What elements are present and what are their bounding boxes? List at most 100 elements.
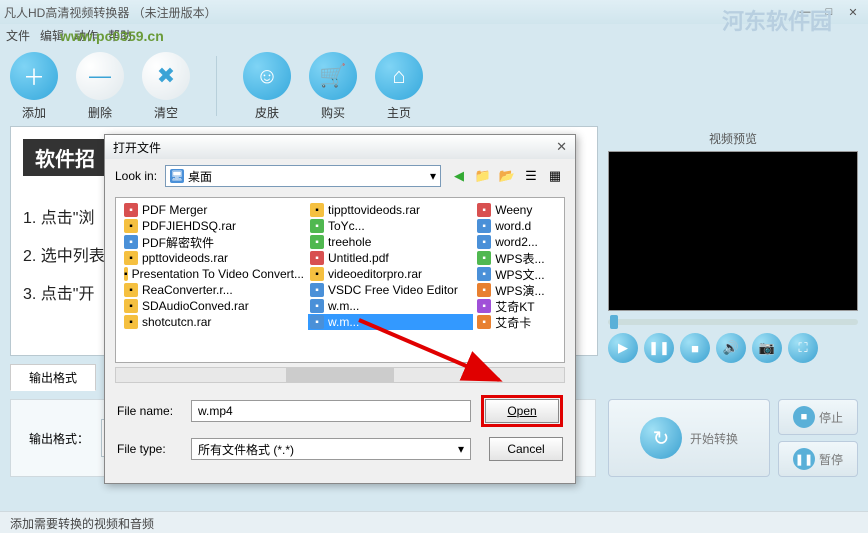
file-item[interactable]: ▪ReaConverter.r... (122, 282, 306, 298)
pause-icon: ❚❚ (793, 448, 815, 470)
lookin-label: Look in: (115, 169, 157, 183)
volume-button[interactable]: 🔊 (716, 333, 746, 363)
dialog-titlebar: 打开文件 ✕ (105, 135, 575, 159)
file-item[interactable]: ▪Weeny (475, 202, 556, 218)
tab-output-format[interactable]: 输出格式 (10, 364, 96, 391)
up-folder-icon[interactable]: 📁 (473, 166, 493, 186)
file-item[interactable]: ▪SDAudioConved.rar (122, 298, 306, 314)
file-icon: ▪ (477, 219, 491, 233)
menu-file[interactable]: 文件 (6, 27, 30, 44)
file-item[interactable]: ▪treehole (308, 234, 473, 250)
list-view-icon[interactable]: ☰ (521, 166, 541, 186)
file-item[interactable]: ▪Presentation To Video Convert... (122, 266, 306, 282)
file-item[interactable]: ▪PDF Merger (122, 202, 306, 218)
file-icon: ▪ (310, 203, 324, 217)
dialog-title: 打开文件 (113, 139, 556, 156)
filename-input[interactable]: w.mp4 (191, 400, 471, 422)
file-item[interactable]: ▪shotcutcn.rar (122, 314, 306, 330)
horizontal-scrollbar[interactable] (115, 367, 565, 383)
new-folder-icon[interactable]: 📂 (497, 166, 517, 186)
file-item[interactable]: ▪WPS演... (475, 282, 556, 298)
scrollbar-thumb[interactable] (286, 368, 394, 382)
filetype-label: File type: (117, 442, 181, 456)
file-item[interactable]: ▪VSDC Free Video Editor (308, 282, 473, 298)
close-button[interactable]: ✕ (842, 4, 864, 20)
file-item[interactable]: ▪w.m... (308, 314, 473, 330)
file-icon: ▪ (124, 235, 138, 249)
watermark-url: www.pc0359.cn (60, 28, 164, 44)
plus-icon: ＋ (10, 52, 58, 100)
file-icon: ▪ (124, 219, 138, 233)
file-icon: ▪ (124, 251, 138, 265)
snapshot-button[interactable]: 📷 (752, 333, 782, 363)
file-item[interactable]: ▪videoeditorpro.rar (308, 266, 473, 282)
stop-button[interactable]: ■ (680, 333, 710, 363)
stop-convert-button[interactable]: ■停止 (778, 399, 858, 435)
file-icon: ▪ (477, 315, 491, 329)
detail-view-icon[interactable]: ▦ (545, 166, 565, 186)
file-icon: ▪ (477, 267, 491, 281)
clear-button[interactable]: ✖清空 (142, 52, 190, 121)
file-icon: ▪ (477, 251, 491, 265)
file-item[interactable]: ▪Untitled.pdf (308, 250, 473, 266)
pause-convert-button[interactable]: ❚❚暂停 (778, 441, 858, 477)
file-item[interactable]: ▪PDFJIEHDSQ.rar (122, 218, 306, 234)
chevron-down-icon: ▾ (458, 442, 464, 456)
output-format-label: 输出格式： (29, 430, 89, 447)
slider-thumb[interactable] (610, 315, 618, 329)
file-icon: ▪ (477, 299, 491, 313)
file-icon: ▪ (124, 203, 138, 217)
video-preview (608, 151, 858, 311)
file-item[interactable]: ▪ToYc... (308, 218, 473, 234)
back-icon[interactable]: ◀ (449, 166, 469, 186)
play-button[interactable]: ▶ (608, 333, 638, 363)
skin-button[interactable]: ☺皮肤 (243, 52, 291, 121)
x-icon: ✖ (142, 52, 190, 100)
file-icon: ▪ (310, 219, 324, 233)
file-item[interactable]: ▪WPS文... (475, 266, 556, 282)
file-icon: ▪ (477, 283, 491, 297)
file-item[interactable]: ▪word.d (475, 218, 556, 234)
home-icon: ⌂ (375, 52, 423, 100)
file-item[interactable]: ▪WPS表... (475, 250, 556, 266)
file-item[interactable]: ▪word2... (475, 234, 556, 250)
fullscreen-button[interactable]: ⛶ (788, 333, 818, 363)
file-item[interactable]: ▪w.m... (308, 298, 473, 314)
pause-button[interactable]: ❚❚ (644, 333, 674, 363)
convert-icon: ↻ (640, 417, 682, 459)
chevron-down-icon: ▾ (430, 169, 436, 183)
window-title: 凡人HD高清视频转换器 （未注册版本） (4, 4, 792, 21)
preview-panel: 视频预览 ▶ ❚❚ ■ 🔊 📷 ⛶ (608, 126, 858, 356)
file-list[interactable]: ▪PDF Merger▪PDFJIEHDSQ.rar▪PDF解密软件▪pptto… (115, 197, 565, 363)
open-button[interactable]: Open (485, 399, 559, 423)
watermark-text: 河东软件园 (722, 4, 832, 36)
file-item[interactable]: ▪PDF解密软件 (122, 234, 306, 250)
start-convert-button[interactable]: ↻ 开始转换 (608, 399, 770, 477)
file-icon: ▪ (124, 299, 138, 313)
file-item[interactable]: ▪艾奇KT (475, 298, 556, 314)
buy-button[interactable]: 🛒购买 (309, 52, 357, 121)
file-icon: ▪ (310, 235, 324, 249)
filetype-combo[interactable]: 所有文件格式 (*.*)▾ (191, 438, 471, 460)
delete-button[interactable]: —删除 (76, 52, 124, 121)
file-item[interactable]: ▪ppttovideods.rar (122, 250, 306, 266)
stop-icon: ■ (793, 406, 815, 428)
file-icon: ▪ (477, 203, 491, 217)
file-icon: ▪ (310, 283, 324, 297)
add-button[interactable]: ＋添加 (10, 52, 58, 121)
guide-header: 软件招 (23, 139, 107, 176)
file-icon: ▪ (310, 251, 324, 265)
cancel-button[interactable]: Cancel (489, 437, 563, 461)
home-button[interactable]: ⌂主页 (375, 52, 423, 121)
file-item[interactable]: ▪tippttovideods.rar (308, 202, 473, 218)
file-icon: ▪ (310, 315, 324, 329)
preview-title: 视频预览 (608, 126, 858, 151)
main-toolbar: ＋添加 —删除 ✖清空 ☺皮肤 🛒购买 ⌂主页 (0, 46, 868, 126)
file-item[interactable]: ▪艾奇卡 (475, 314, 556, 330)
toolbar-separator (216, 56, 217, 116)
dialog-close-button[interactable]: ✕ (556, 139, 567, 155)
smile-icon: ☺ (243, 52, 291, 100)
desktop-icon: 🖥 (170, 169, 184, 183)
lookin-combo[interactable]: 🖥 桌面 ▾ (165, 165, 441, 187)
seek-slider[interactable] (608, 319, 858, 325)
